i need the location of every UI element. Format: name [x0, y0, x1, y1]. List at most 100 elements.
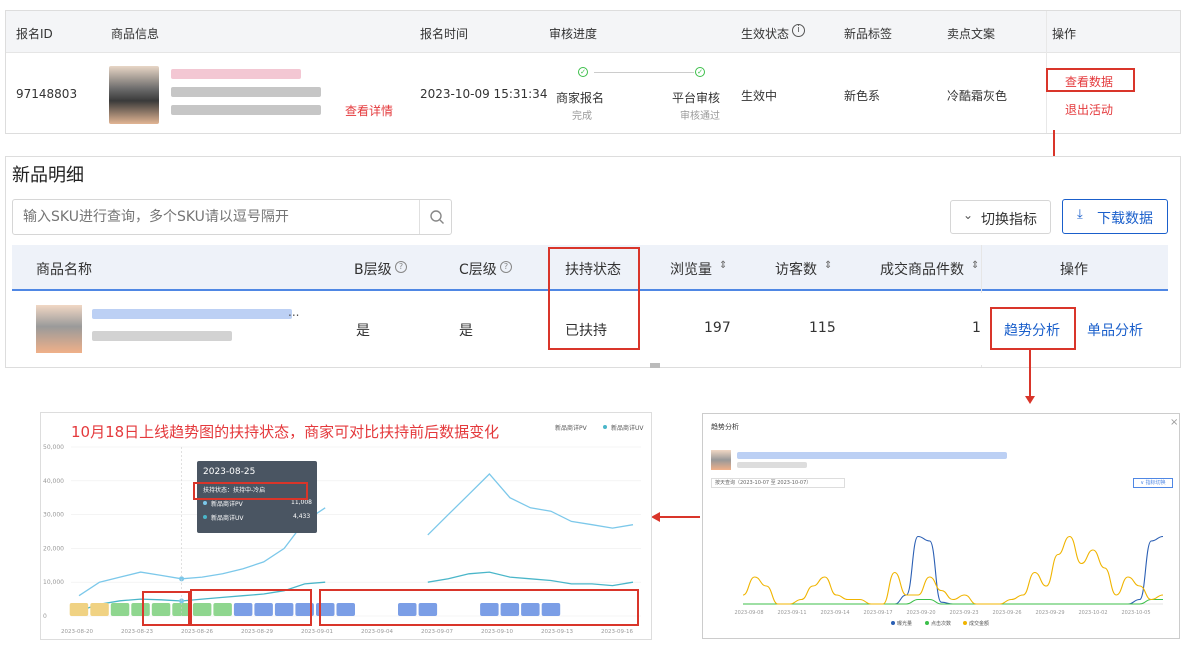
effective-status: 生效中: [741, 89, 778, 103]
series-line: [742, 598, 1163, 605]
search-box: [12, 199, 452, 235]
col-selling-copy: 卖点文案: [947, 27, 996, 41]
help-circle-icon[interactable]: ?: [395, 261, 407, 273]
x-tick-label: 2023-09-04: [361, 629, 393, 635]
step-platform-review-sub: 审核通过: [680, 111, 720, 122]
x-tick-label: 2023-09-29: [1035, 610, 1064, 616]
product-thumbnail: [109, 66, 159, 124]
col-product-info: 商品信息: [111, 27, 160, 41]
c-level-value: 是: [459, 323, 473, 339]
support-state-bar: [69, 603, 89, 616]
switch-metrics-button[interactable]: ⌄ 切换指标: [950, 200, 1051, 234]
product-thumbnail: [36, 305, 82, 353]
check-circle-icon: ✓: [695, 67, 705, 77]
x-tick-label: 2023-09-11: [777, 610, 806, 616]
x-tick-label: 2023-10-05: [1121, 610, 1150, 616]
scrollbar-handle[interactable]: [650, 363, 660, 368]
selling-copy: 冷酷霜灰色: [947, 89, 1008, 103]
product-name-blurred: [92, 309, 292, 319]
y-tick-label: 40,000: [43, 478, 64, 485]
col-review-progress: 审核进度: [549, 27, 598, 41]
signup-table-header: 报名ID 商品信息 报名时间 审核进度 生效状态 i 新品标签 卖点文案 操作: [6, 11, 1180, 53]
view-detail-link[interactable]: 查看详情: [345, 102, 393, 119]
col-order-items[interactable]: 成交商品件数: [880, 259, 964, 279]
x-tick-label: 2023-09-10: [481, 629, 513, 635]
signup-time: 2023-10-09 15:31:34: [420, 87, 548, 101]
highlight-box: [193, 482, 308, 500]
single-item-analysis-link[interactable]: 单品分析: [1087, 320, 1143, 340]
sku-search-input[interactable]: [23, 207, 413, 227]
search-icon[interactable]: [429, 209, 445, 225]
help-circle-icon[interactable]: ?: [500, 261, 512, 273]
new-product-detail-panel: 新品明细 ⌄ 切换指标 ⤓ 下载数据 商品名称 B层级 ? C层级 ? 扶持状态…: [5, 156, 1181, 368]
highlight-box: [319, 589, 639, 626]
tooltip-date: 2023-08-25: [203, 467, 256, 477]
x-tick-label: 2023-09-16: [601, 629, 633, 635]
support-state-bar: [90, 603, 109, 616]
series-line: [742, 535, 1164, 605]
tooltip-uv-value: 4,433: [293, 513, 311, 520]
x-tick-label: 2023-09-13: [541, 629, 573, 635]
col-effective-status: 生效状态: [741, 27, 790, 41]
trend-chart-with-support-status: 0 10,000 20,000 30,000 40,000 50,000 2023-08-2…: [40, 412, 652, 640]
col-b-level: B层级: [354, 262, 392, 278]
col-page-views[interactable]: 浏览量: [670, 259, 712, 279]
new-tag: 新色系: [844, 89, 881, 103]
col-signup-id: 报名ID: [16, 27, 53, 41]
support-state-bar: [110, 603, 130, 616]
x-tick-label: 2023-10-02: [1078, 610, 1107, 616]
x-tick-label: 2023-08-29: [241, 629, 273, 635]
y-tick-label: 30,000: [43, 512, 64, 519]
info-circle-icon[interactable]: i: [792, 24, 805, 37]
col-signup-time: 报名时间: [420, 27, 469, 41]
highlight-box: [142, 591, 190, 626]
x-tick-label: 2023-09-07: [421, 629, 453, 635]
review-progress-steps: ✓ ✓ 商家报名 完成 平台审核 审核通过: [554, 67, 720, 123]
chevron-down-icon: ⌄: [963, 208, 974, 222]
sort-icon[interactable]: ⇕: [824, 260, 832, 271]
highlight-box: [190, 589, 312, 626]
page-title: 新品明细: [12, 165, 84, 186]
download-data-button[interactable]: ⤓ 下载数据: [1062, 199, 1168, 234]
view-data-link[interactable]: 查看数据: [1065, 73, 1113, 90]
exit-activity-link[interactable]: 退出活动: [1065, 101, 1113, 118]
order-items-value: 1: [972, 320, 981, 336]
x-tick-label: 2023-08-26: [181, 629, 213, 635]
x-tick-label: 2023-09-20: [906, 610, 935, 616]
col-visitors[interactable]: 访客数: [775, 259, 817, 279]
x-tick-label: 2023-09-17: [863, 610, 892, 616]
y-tick-label: 20,000: [43, 545, 64, 552]
highlight-box: [548, 247, 640, 350]
signup-table: 报名ID 商品信息 报名时间 审核进度 生效状态 i 新品标签 卖点文案 操作 …: [5, 10, 1181, 134]
b-level-value: 是: [356, 323, 370, 339]
x-tick-label: 2023-08-23: [121, 629, 153, 635]
x-tick-label: 2023-09-08: [734, 610, 763, 616]
signup-id: 97148803: [16, 87, 78, 101]
step-merchant-signup-sub: 完成: [572, 111, 592, 122]
tooltip-pv-value: 11,008: [291, 499, 312, 506]
x-tick-label: 2023-09-14: [820, 610, 849, 616]
col-detail-actions: 操作: [1060, 262, 1088, 278]
series-line: [427, 571, 634, 587]
visitors-value: 115: [809, 320, 836, 336]
y-tick-label: 50,000: [43, 444, 64, 451]
x-tick-label: 2023-09-23: [949, 610, 978, 616]
series-line: [427, 473, 634, 536]
page-views-value: 197: [704, 320, 731, 336]
col-c-level: C层级: [459, 262, 497, 278]
x-tick-label: 2023-09-01: [301, 629, 333, 635]
step-platform-review: 平台审核: [672, 91, 721, 105]
check-circle-icon: ✓: [578, 67, 588, 77]
product-name-blurred: [171, 69, 301, 79]
step-merchant-signup: 商家报名: [556, 91, 605, 105]
red-arrow: [660, 516, 700, 518]
col-actions: 操作: [1052, 27, 1077, 41]
sort-icon[interactable]: ⇕: [971, 260, 979, 271]
series-line: [742, 535, 1164, 605]
annotation-text: 10月18日上线趋势图的扶持状态，商家可对比扶持前后数据变化: [71, 423, 500, 441]
y-tick-label: 10,000: [43, 579, 64, 586]
x-tick-label: 2023-09-26: [992, 610, 1021, 616]
y-tick-label: 0: [43, 613, 47, 620]
red-arrow: [1029, 350, 1031, 398]
sort-icon[interactable]: ⇕: [719, 260, 727, 271]
